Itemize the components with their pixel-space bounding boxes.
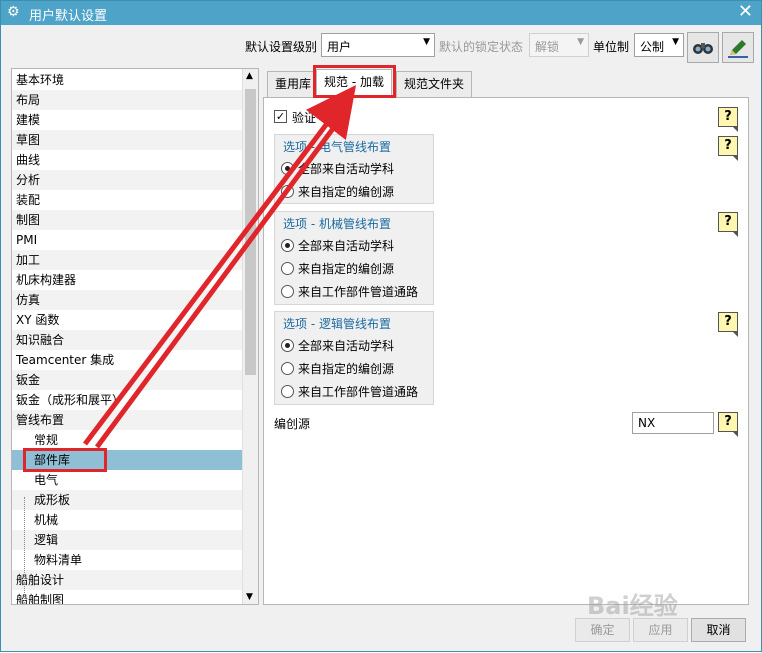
user-defaults-dialog: ⚙ 用户默认设置 ✕ 默认设置级别 用户 ▼ 默认的锁定状态 解锁 ▼ 单位制 …: [0, 0, 762, 652]
arrow-line-right: [94, 105, 352, 449]
annotation-arrow: [83, 85, 357, 449]
arrow-line-left: [83, 85, 357, 446]
